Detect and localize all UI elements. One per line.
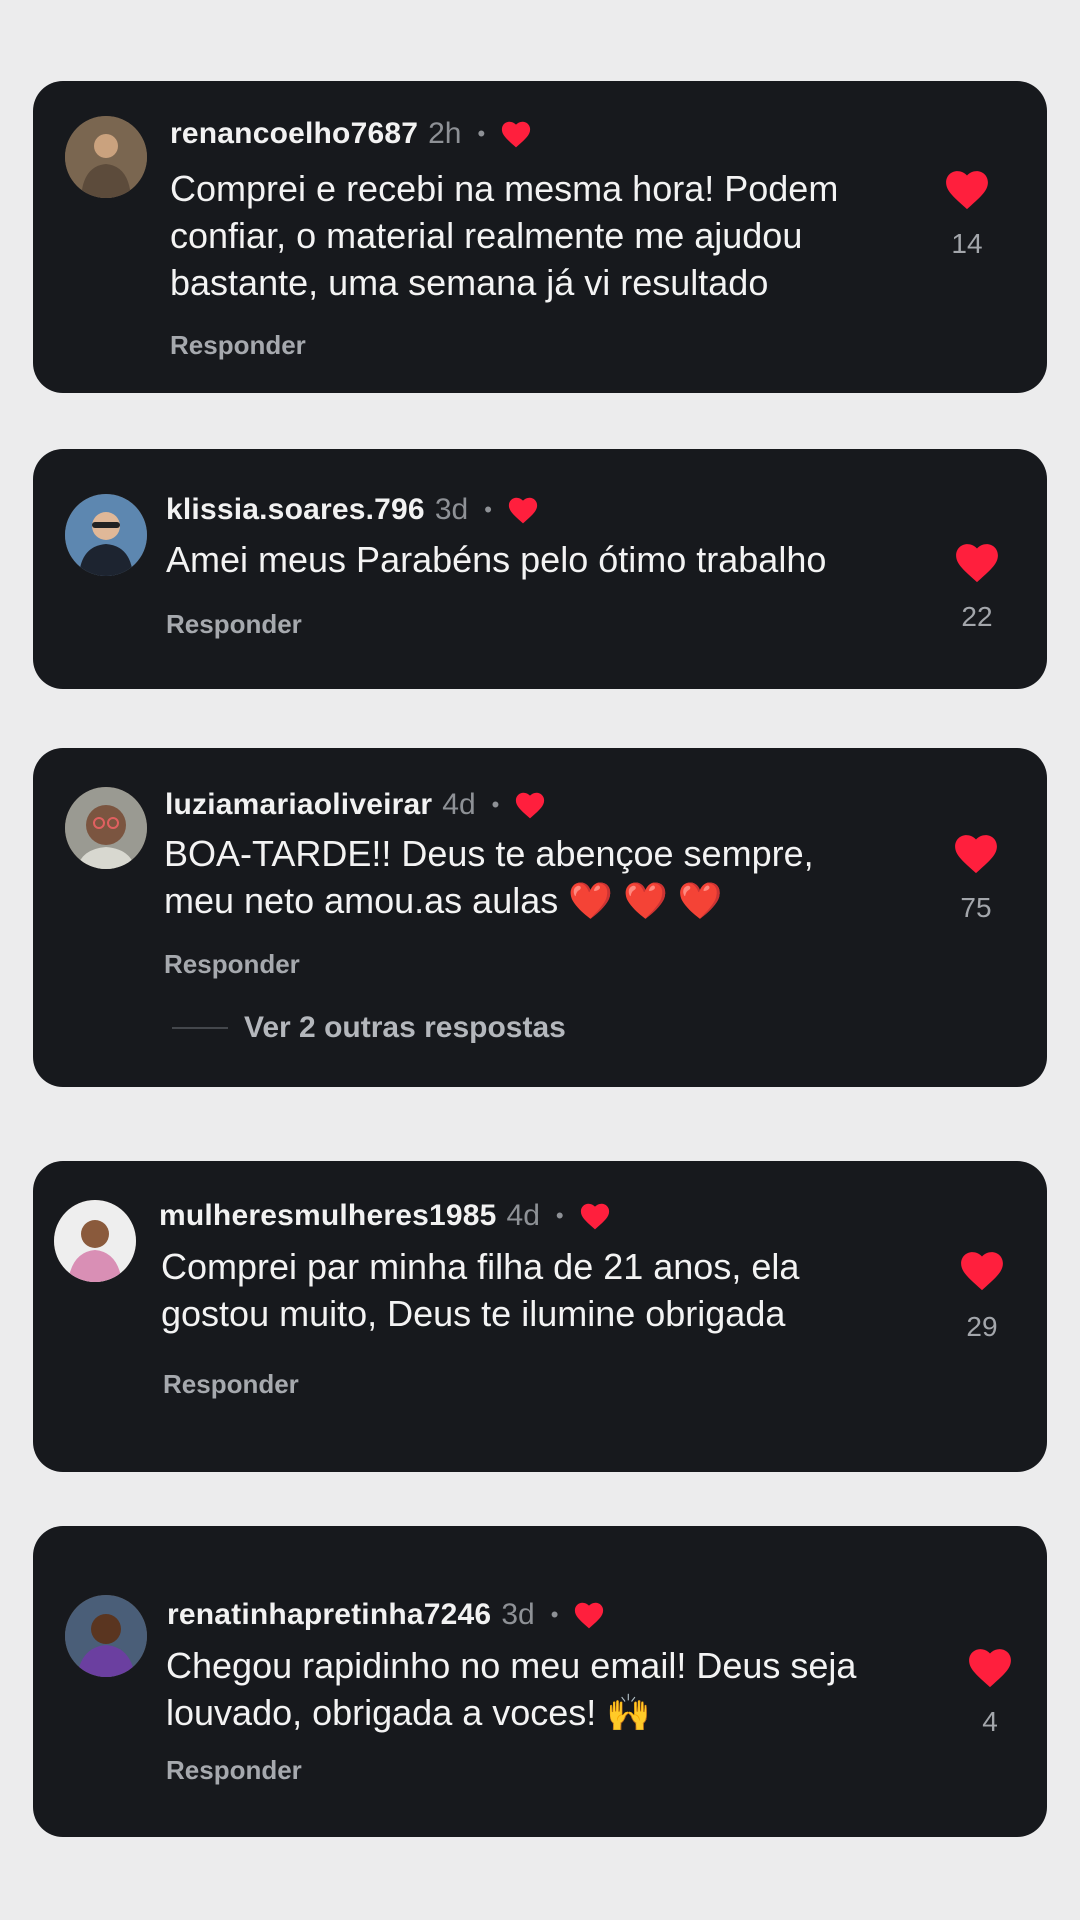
comment-text: Comprei e recebi na mesma hora! Podem co… — [170, 168, 839, 303]
avatar[interactable] — [65, 787, 147, 869]
username[interactable]: luziamariaoliveirar — [165, 788, 432, 822]
reply-button[interactable]: Responder — [170, 330, 306, 361]
timestamp: 2h — [428, 117, 462, 150]
like-heart-icon[interactable] — [955, 543, 999, 583]
separator-dot: • — [555, 1203, 564, 1228]
avatar[interactable] — [65, 1595, 147, 1677]
like-count: 75 — [960, 892, 992, 923]
separator-dot: • — [477, 121, 486, 146]
comment-card: klissia.soares.796 3d • Amei meus Parabé… — [33, 449, 1047, 689]
creator-liked-heart-icon — [574, 1602, 604, 1629]
creator-liked-heart-icon — [515, 792, 545, 819]
like-count: 22 — [961, 601, 993, 632]
timestamp: 3d — [434, 493, 469, 526]
like-count: 14 — [951, 228, 983, 259]
like-heart-icon[interactable] — [960, 1251, 1004, 1291]
comment-card: renatinhapretinha7246 3d • Chegou rapidi… — [33, 1526, 1047, 1837]
username[interactable]: renancoelho7687 — [170, 117, 418, 151]
timestamp: 4d — [442, 788, 476, 821]
reply-button[interactable]: Responder — [163, 1369, 299, 1400]
timestamp: 4d — [506, 1199, 540, 1232]
comment-card: renancoelho7687 2h • Comprei e recebi na… — [33, 81, 1047, 393]
username[interactable]: renatinhapretinha7246 — [167, 1598, 491, 1632]
comment-text: Chegou rapidinho no meu email! Deus seja… — [166, 1645, 857, 1733]
comment-header: klissia.soares.796 3d • — [166, 489, 538, 531]
like-count: 4 — [982, 1706, 998, 1737]
separator-dot: • — [491, 792, 500, 817]
creator-liked-heart-icon — [580, 1203, 610, 1230]
timestamp: 3d — [501, 1598, 535, 1631]
comment-header: renancoelho7687 2h • — [170, 111, 531, 157]
username[interactable]: mulheresmulheres1985 — [159, 1199, 497, 1233]
replies-divider-line — [172, 1027, 228, 1029]
comment-text: BOA-TARDE!! Deus te abençoe sempre, meu … — [164, 833, 814, 921]
username[interactable]: klissia.soares.796 — [166, 493, 425, 527]
view-more-replies-button[interactable]: Ver 2 outras respostas — [172, 1011, 566, 1045]
creator-liked-heart-icon — [501, 121, 531, 148]
avatar[interactable] — [65, 494, 147, 576]
like-heart-icon[interactable] — [954, 834, 998, 874]
reply-button[interactable]: Responder — [166, 609, 302, 640]
comment-header: mulheresmulheres1985 4d • — [159, 1195, 610, 1237]
reply-button[interactable]: Responder — [164, 949, 300, 980]
comment-text: Amei meus Parabéns pelo ótimo trabalho — [166, 539, 827, 580]
comment-card: luziamariaoliveirar 4d • BOA-TARDE!! Deu… — [33, 748, 1047, 1087]
comment-header: renatinhapretinha7246 3d • — [167, 1594, 604, 1636]
reply-button[interactable]: Responder — [166, 1755, 302, 1786]
avatar[interactable] — [65, 116, 147, 198]
comment-header: luziamariaoliveirar 4d • — [165, 784, 545, 826]
separator-dot: • — [484, 497, 492, 522]
creator-liked-heart-icon — [508, 497, 538, 524]
like-count: 29 — [966, 1311, 998, 1342]
view-more-replies-label: Ver 2 outras respostas — [244, 1011, 566, 1044]
comment-card: mulheresmulheres1985 4d • Comprei par mi… — [33, 1161, 1047, 1472]
like-heart-icon[interactable] — [945, 170, 989, 210]
like-heart-icon[interactable] — [968, 1648, 1012, 1688]
separator-dot: • — [550, 1602, 559, 1627]
comment-text: Comprei par minha filha de 21 anos, ela … — [161, 1246, 800, 1334]
avatar[interactable] — [54, 1200, 136, 1282]
